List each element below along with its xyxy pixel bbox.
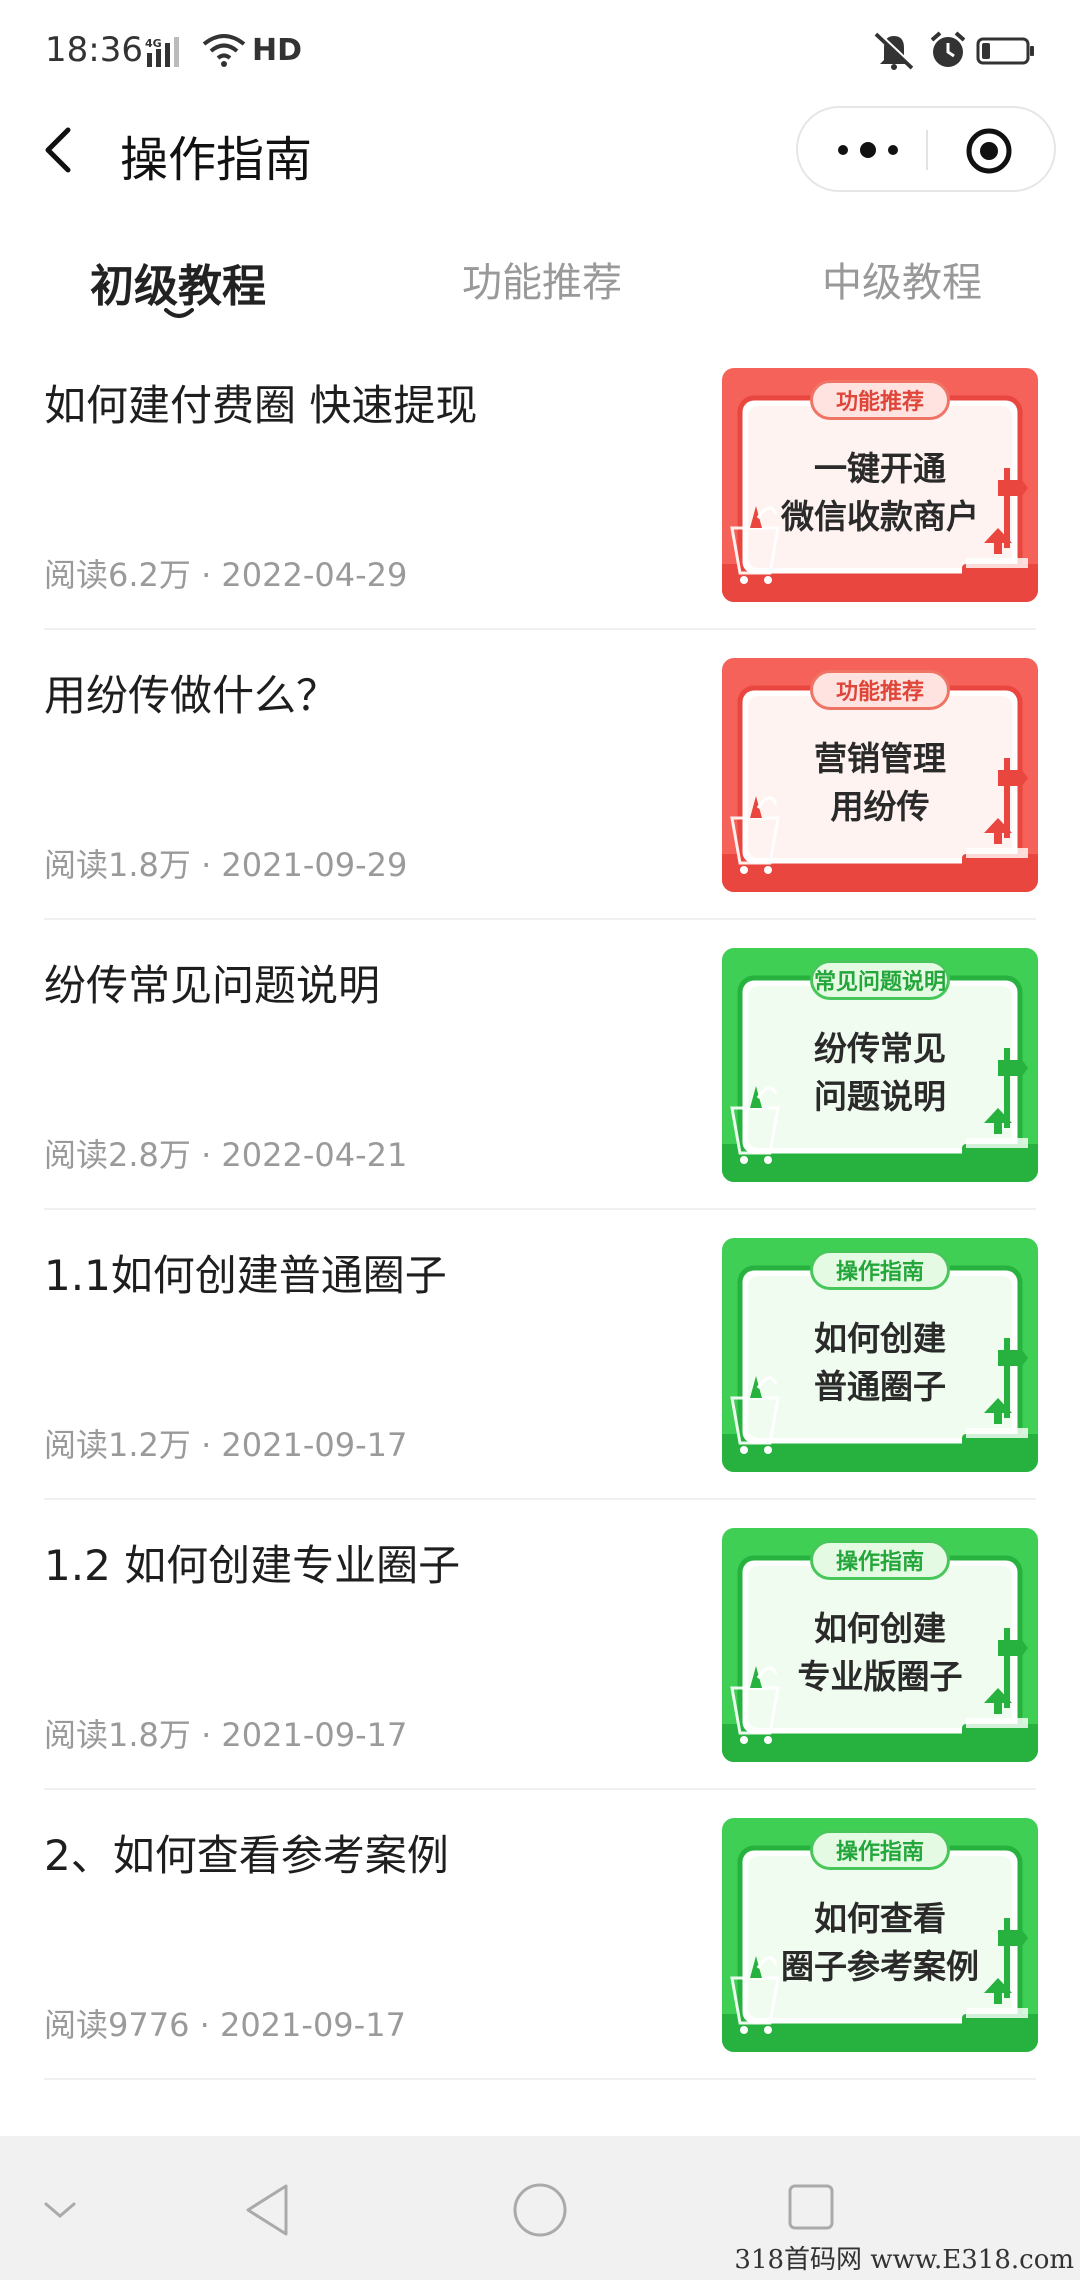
status-time: 18:36 xyxy=(45,30,143,70)
tab-bar: 初级教程 功能推荐 中级教程 xyxy=(0,230,1080,340)
thumbnail-line-1: 一键开通 xyxy=(814,449,946,488)
thumbnail-line-2: 用纷传 xyxy=(830,787,930,826)
thumbnail-line-2: 专业版圈子 xyxy=(797,1657,963,1696)
thumbnail-line-2: 微信收款商户 xyxy=(781,497,979,536)
thumbnail-line-1: 如何创建 xyxy=(814,1609,946,1648)
chevron-left-icon[interactable] xyxy=(38,122,82,178)
thumbnail-line-1: 如何查看 xyxy=(814,1899,946,1938)
article-thumbnail: 操作指南 如何查看 圈子参考案例 xyxy=(722,1818,1038,2052)
thumbnail-badge: 常见问题说明 xyxy=(810,960,950,1000)
chevron-down-icon[interactable] xyxy=(42,2198,78,2222)
article-meta: 阅读1.8万 · 2021-09-29 xyxy=(44,846,408,884)
thumbnail-badge: 操作指南 xyxy=(810,1830,950,1870)
article-meta: 阅读6.2万 · 2022-04-29 xyxy=(44,556,408,594)
battery-icon xyxy=(976,37,1034,65)
article-thumbnail: 操作指南 如何创建 普通圈子 xyxy=(722,1238,1038,1472)
list-item[interactable]: 2、如何查看参考案例 阅读9776 · 2021-09-17 操作指南 如何查看… xyxy=(0,1790,1080,2080)
network-type-label: 4G xyxy=(145,37,162,50)
system-nav-bar: 318首码网 www.E318.com xyxy=(0,2136,1080,2280)
article-thumbnail: 功能推荐 营销管理 用纷传 xyxy=(722,658,1038,892)
mini-program-capsule xyxy=(796,106,1056,192)
thumbnail-badge: 操作指南 xyxy=(810,1540,950,1580)
recents-square-icon[interactable] xyxy=(786,2182,836,2232)
article-title: 1.2 如何创建专业圈子 xyxy=(44,1541,461,1590)
list-item[interactable]: 纷传常见问题说明 阅读2.8万 · 2022-04-21 常见问题说明 纷传常见… xyxy=(0,920,1080,1210)
signal-icon: 4G xyxy=(145,37,179,67)
article-meta: 阅读1.8万 · 2021-09-17 xyxy=(44,1716,408,1754)
watermark-text: 318首码网 www.E318.com xyxy=(734,2245,1074,2275)
list-item[interactable]: 1.2 如何创建专业圈子 阅读1.8万 · 2021-09-17 操作指南 如何… xyxy=(0,1500,1080,1790)
article-meta: 阅读9776 · 2021-09-17 xyxy=(44,2006,406,2044)
tab-active-indicator xyxy=(164,308,194,318)
tab-features[interactable]: 功能推荐 xyxy=(462,250,622,308)
article-title: 纷传常见问题说明 xyxy=(44,961,381,1010)
article-thumbnail: 常见问题说明 纷传常见 问题说明 xyxy=(722,948,1038,1182)
thumbnail-badge: 操作指南 xyxy=(810,1250,950,1290)
header: 操作指南 xyxy=(0,100,1080,200)
article-thumbnail: 功能推荐 一键开通 微信收款商户 xyxy=(722,368,1038,602)
article-thumbnail: 操作指南 如何创建 专业版圈子 xyxy=(722,1528,1038,1762)
status-bar: 18:36 4G HD xyxy=(0,0,1080,100)
article-title: 如何建付费圈 快速提现 xyxy=(44,381,478,430)
article-meta: 阅读2.8万 · 2022-04-21 xyxy=(44,1136,408,1174)
thumbnail-badge: 功能推荐 xyxy=(810,670,950,710)
tab-intermediate[interactable]: 中级教程 xyxy=(822,250,982,308)
article-title: 2、如何查看参考案例 xyxy=(44,1831,449,1880)
wifi-icon xyxy=(202,34,246,67)
hd-label: HD xyxy=(252,33,303,68)
thumbnail-badge: 功能推荐 xyxy=(810,380,950,420)
thumbnail-line-1: 营销管理 xyxy=(814,739,946,778)
back-triangle-icon[interactable] xyxy=(242,2182,294,2238)
article-meta: 阅读1.2万 · 2021-09-17 xyxy=(44,1426,408,1464)
mute-icon xyxy=(874,31,915,70)
article-title: 1.1如何创建普通圈子 xyxy=(44,1251,447,1300)
thumbnail-line-1: 纷传常见 xyxy=(814,1029,946,1068)
tab-beginner[interactable]: 初级教程 xyxy=(90,250,266,314)
target-close-icon[interactable] xyxy=(964,126,1014,176)
item-divider xyxy=(44,2078,1036,2080)
home-circle-icon[interactable] xyxy=(512,2182,568,2238)
page-title: 操作指南 xyxy=(120,132,313,188)
alarm-icon xyxy=(930,31,966,67)
thumbnail-line-2: 普通圈子 xyxy=(814,1367,946,1406)
thumbnail-line-1: 如何创建 xyxy=(814,1319,946,1358)
article-title: 用纷传做什么？ xyxy=(44,671,339,720)
more-icon[interactable] xyxy=(838,128,898,172)
list-item[interactable]: 1.1如何创建普通圈子 阅读1.2万 · 2021-09-17 操作指南 如何创… xyxy=(0,1210,1080,1500)
list-item[interactable]: 如何建付费圈 快速提现 阅读6.2万 · 2022-04-29 功能推荐 一键开… xyxy=(0,340,1080,630)
list-item[interactable]: 用纷传做什么？ 阅读1.8万 · 2021-09-29 功能推荐 营销管理 用纷… xyxy=(0,630,1080,920)
thumbnail-line-2: 圈子参考案例 xyxy=(781,1947,979,1986)
capsule-divider xyxy=(926,130,928,170)
thumbnail-line-2: 问题说明 xyxy=(814,1077,946,1116)
